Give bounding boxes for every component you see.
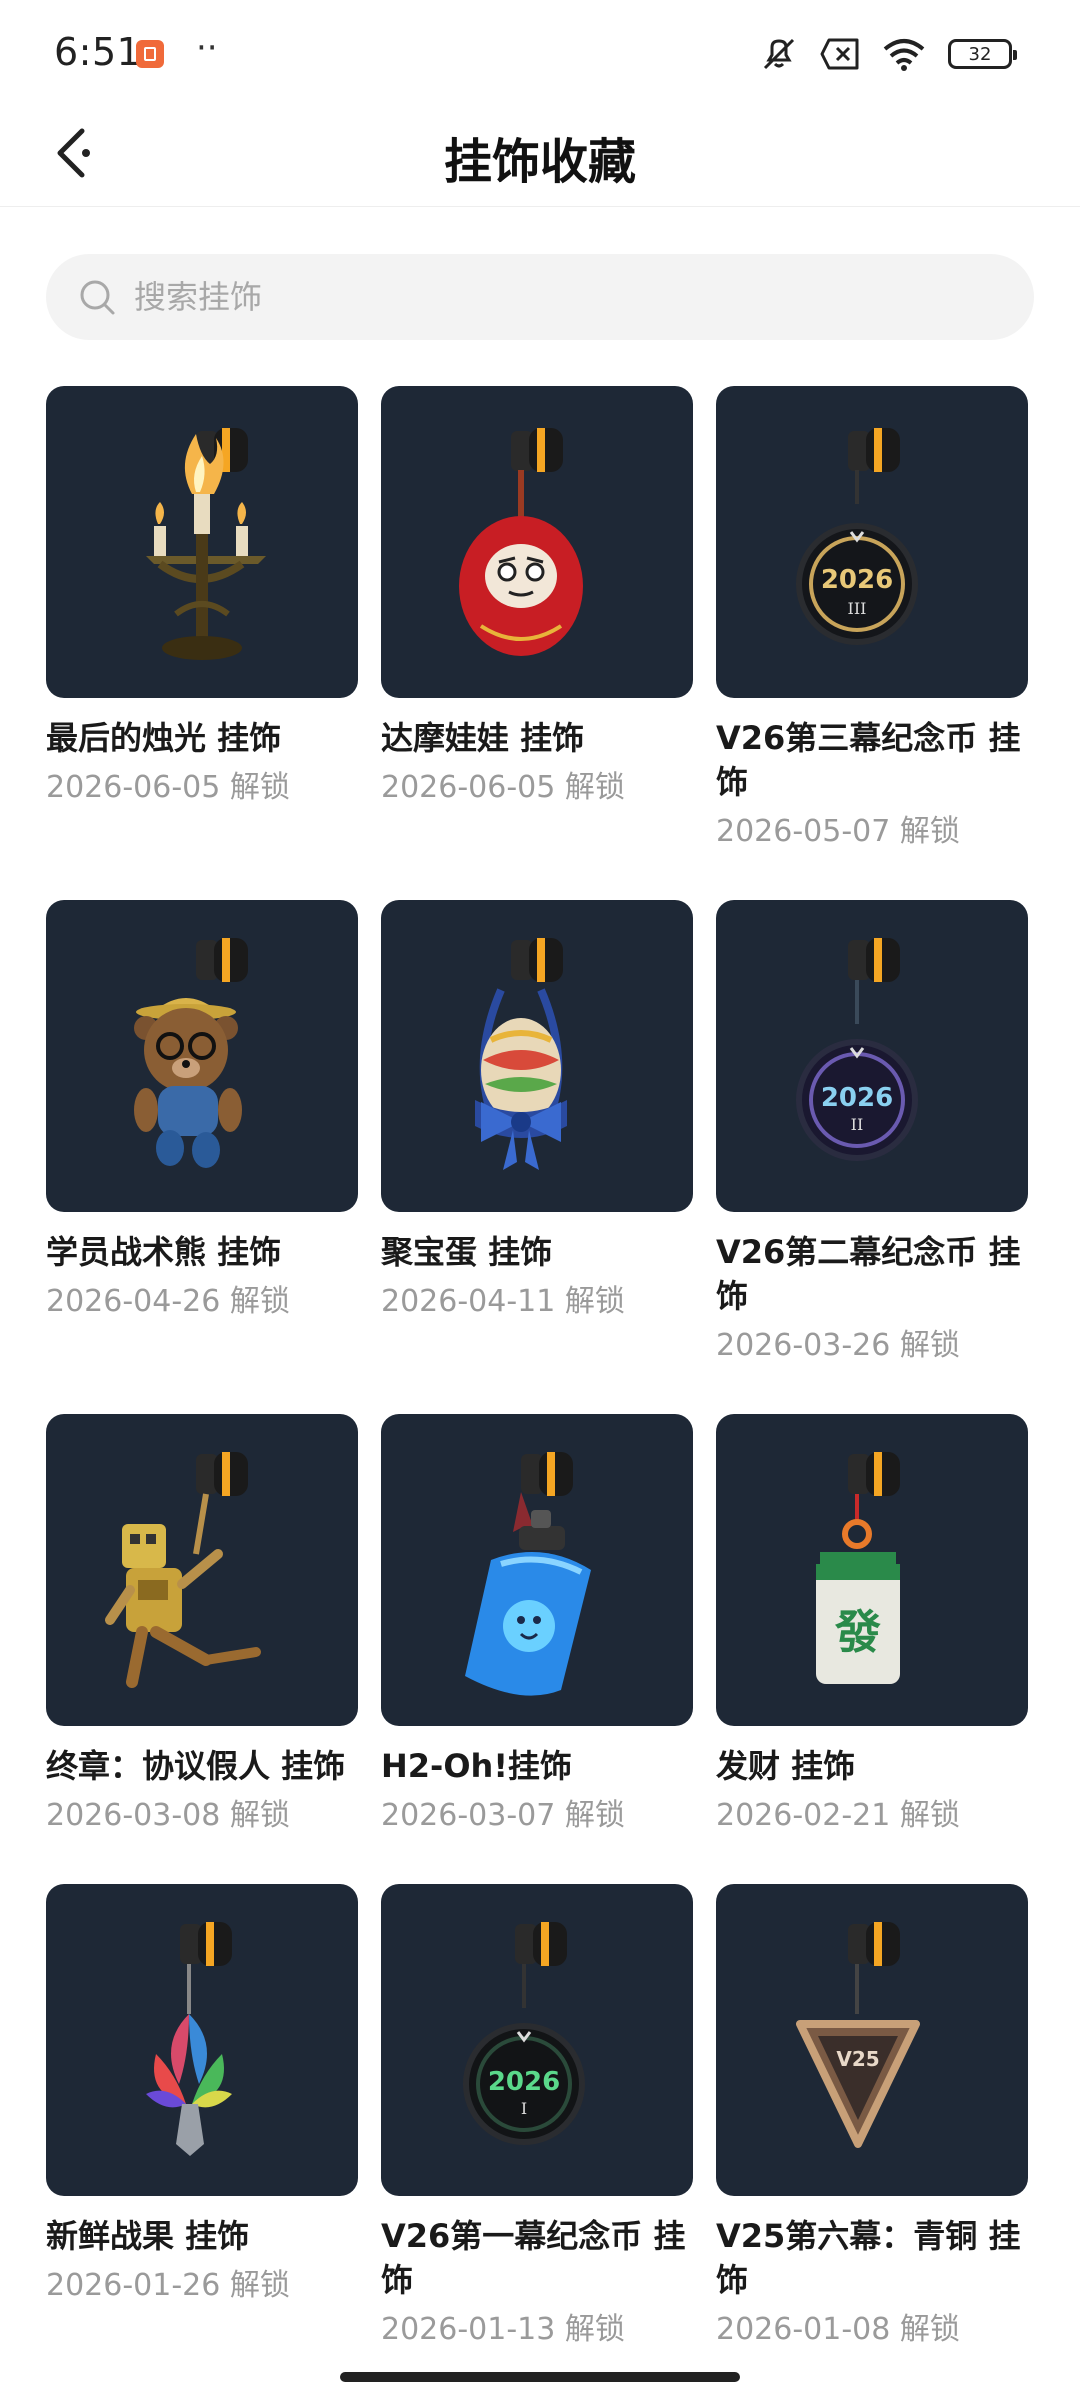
- charm-name: 聚宝蛋 挂饰: [381, 1233, 553, 1271]
- charm-name: 学员战术熊 挂饰: [46, 1233, 282, 1271]
- header: 挂饰收藏: [0, 100, 1080, 207]
- charm-card[interactable]: 最后的烛光 挂饰 2026-06-05 解锁: [46, 386, 358, 808]
- more-notifications-icon: ··: [196, 28, 218, 68]
- unlock-date: 2026-04-26 解锁: [46, 1284, 290, 1319]
- unlock-date: 2026-01-08 解锁: [716, 2312, 960, 2347]
- status-icons: 32: [760, 34, 1017, 74]
- wifi-icon: [883, 39, 925, 71]
- charm-card[interactable]: 發 发财 挂饰 2026-02-21 解锁: [716, 1414, 1028, 1836]
- charm-thumbnail[interactable]: 2026 III: [716, 386, 1028, 698]
- charm-name: H2-Oh!挂饰: [381, 1747, 572, 1785]
- charm-thumbnail[interactable]: V25: [716, 1884, 1028, 2196]
- search-bar[interactable]: [46, 254, 1034, 340]
- charm-name: 发财 挂饰: [716, 1747, 856, 1785]
- coin-2026-II-charm-icon: 2026 II: [796, 938, 918, 1161]
- bronze-triangle-charm-icon: V25: [796, 1922, 920, 2148]
- charm-thumbnail[interactable]: [381, 1414, 693, 1726]
- candelabra-charm-icon: [146, 428, 266, 660]
- unlock-date: 2026-06-05 解锁: [381, 770, 625, 805]
- charm-name: V26第二幕纪念币 挂饰: [716, 1233, 1021, 1315]
- charm-thumbnail[interactable]: 2026 I: [381, 1884, 693, 2196]
- teddy-bear-charm-icon: [134, 938, 248, 1168]
- charm-card[interactable]: H2-Oh!挂饰 2026-03-07 解锁: [381, 1414, 693, 1836]
- charm-name: 终章：协议假人 挂饰: [46, 1747, 346, 1785]
- charm-thumbnail[interactable]: 發: [716, 1414, 1028, 1726]
- coin-year: 2026: [488, 2067, 560, 2097]
- app-notification-icon: [136, 40, 164, 68]
- golden-robot-charm-icon: [105, 1452, 261, 1688]
- charm-thumbnail[interactable]: [46, 386, 358, 698]
- tile-glyph: 發: [834, 1605, 881, 1659]
- mahjong-tile-charm-icon: 發: [816, 1452, 900, 1684]
- search-input[interactable]: [132, 277, 996, 317]
- unlock-date: 2026-03-08 解锁: [46, 1798, 290, 1833]
- coin-2026-III-charm-icon: 2026 III: [796, 428, 918, 645]
- charm-name: 达摩娃娃 挂饰: [381, 719, 585, 757]
- battery-icon: 32: [948, 39, 1017, 69]
- water-bottle-charm-icon: [465, 1452, 591, 1696]
- charm-thumbnail[interactable]: [46, 1414, 358, 1726]
- home-indicator[interactable]: [340, 2372, 740, 2382]
- charm-card[interactable]: 2026 I V26第一幕纪念币 挂饰 2026-01-13 解锁: [381, 1884, 693, 2350]
- charm-thumbnail[interactable]: [46, 1884, 358, 2196]
- charm-name: 最后的烛光 挂饰: [46, 719, 282, 757]
- charm-thumbnail[interactable]: [381, 386, 693, 698]
- charm-card[interactable]: 达摩娃娃 挂饰 2026-06-05 解锁: [381, 386, 693, 808]
- charm-thumbnail[interactable]: [381, 900, 693, 1212]
- status-time: 6:51: [54, 30, 142, 74]
- coin-year: 2026: [821, 1083, 893, 1113]
- unlock-date: 2026-01-13 解锁: [381, 2312, 625, 2347]
- charm-card[interactable]: 终章：协议假人 挂饰 2026-03-08 解锁: [46, 1414, 358, 1836]
- charm-card[interactable]: 2026 II V26第二幕纪念币 挂饰 2026-03-26 解锁: [716, 900, 1028, 1366]
- vibrate-off-icon: [763, 38, 795, 70]
- coin-act: III: [848, 599, 867, 618]
- egg-bow-charm-icon: [475, 938, 567, 1170]
- status-bar: 6:51 ·· 32: [0, 0, 1080, 100]
- charm-card[interactable]: V25 V25第六幕：青铜 挂饰 2026-01-08 解锁: [716, 1884, 1028, 2350]
- badge-label: V25: [836, 2047, 879, 2071]
- charm-card[interactable]: 学员战术熊 挂饰 2026-04-26 解锁: [46, 900, 358, 1322]
- unlock-date: 2026-06-05 解锁: [46, 770, 290, 805]
- coin-act: II: [851, 1115, 864, 1134]
- unlock-date: 2026-05-07 解锁: [716, 814, 960, 849]
- charm-name: V26第三幕纪念币 挂饰: [716, 719, 1021, 801]
- charm-card[interactable]: 2026 III V26第三幕纪念币 挂饰 2026-05-07 解锁: [716, 386, 1028, 852]
- charm-name: 新鲜战果 挂饰: [46, 2217, 250, 2255]
- unlock-date: 2026-02-21 解锁: [716, 1798, 960, 1833]
- coin-2026-I-charm-icon: 2026 I: [463, 1922, 585, 2145]
- coin-act: I: [521, 2099, 527, 2118]
- unlock-date: 2026-04-11 解锁: [381, 1284, 625, 1319]
- unlock-date: 2026-01-26 解锁: [46, 2268, 290, 2303]
- charm-thumbnail[interactable]: [46, 900, 358, 1212]
- charm-name: V25第六幕：青铜 挂饰: [716, 2217, 1021, 2299]
- search-icon: [76, 276, 118, 318]
- charm-name: V26第一幕纪念币 挂饰: [381, 2217, 686, 2299]
- charm-card[interactable]: 新鲜战果 挂饰 2026-01-26 解锁: [46, 1884, 358, 2306]
- charm-card[interactable]: 聚宝蛋 挂饰 2026-04-11 解锁: [381, 900, 693, 1322]
- leaf-flower-charm-icon: [146, 1922, 232, 2156]
- charm-thumbnail[interactable]: 2026 II: [716, 900, 1028, 1212]
- page-title: 挂饰收藏: [443, 134, 636, 190]
- no-sim-icon: [820, 38, 859, 70]
- coin-year: 2026: [821, 565, 893, 595]
- unlock-date: 2026-03-07 解锁: [381, 1798, 625, 1833]
- daruma-doll-charm-icon: [459, 428, 583, 656]
- battery-level: 32: [968, 43, 992, 65]
- unlock-date: 2026-03-26 解锁: [716, 1328, 960, 1363]
